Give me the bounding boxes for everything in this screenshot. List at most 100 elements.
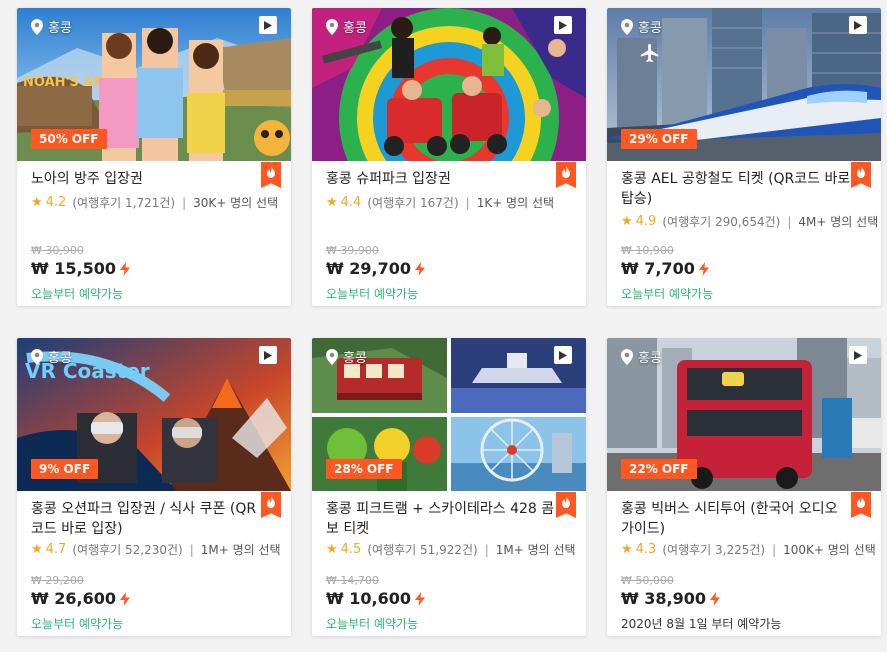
location-label: 홍콩 <box>621 17 662 36</box>
play-icon <box>559 20 567 30</box>
fire-icon <box>857 496 865 508</box>
hot-bookmark <box>851 492 871 518</box>
original-price: ₩ 14,700 <box>326 574 379 587</box>
rating-row: ★ 4.3 (여행후기 3,225건) | 100K+ 명의 선택 <box>621 542 876 557</box>
product-card[interactable]: 홍콩 22% OFF 홍콩 빅버스 시티투어 (한국어 오디오 가이드) ★ 4… <box>607 338 881 636</box>
video-button[interactable] <box>259 346 277 364</box>
selection-count: 1M+ 명의 선택 <box>200 543 281 557</box>
hot-bookmark <box>556 492 576 518</box>
price: ₩ 26,600 <box>31 589 130 608</box>
divider: | <box>465 195 470 210</box>
product-card[interactable]: 홍콩 29% OFF 홍콩 AEL 공항철도 티켓 (QR코드 바로 탑승) ★… <box>607 8 881 306</box>
product-card[interactable]: 홍콩 28% OFF 홍콩 피크트램 + 스카이테라스 428 콤보 티켓 ★ … <box>312 338 586 636</box>
price: ₩ 38,900 <box>621 589 720 608</box>
divider: | <box>787 214 792 229</box>
discount-badge: 50% OFF <box>31 129 107 149</box>
original-price: ₩ 10,900 <box>621 244 674 257</box>
availability-text: 오늘부터 예약가능 <box>326 617 419 631</box>
product-image[interactable]: 홍콩 29% OFF <box>607 8 881 161</box>
play-icon <box>559 350 567 360</box>
product-title[interactable]: 홍콩 오션파크 입장권 / 식사 쿠폰 (QR코드 바로 입장) <box>31 499 261 539</box>
availability-text: 오늘부터 예약가능 <box>31 617 124 631</box>
video-button[interactable] <box>849 346 867 364</box>
availability-text: 2020년 8월 1일 부터 예약가능 <box>621 617 782 631</box>
video-button[interactable] <box>554 346 572 364</box>
discount-badge: 28% OFF <box>326 459 402 479</box>
divider: | <box>484 542 489 557</box>
location-label: 홍콩 <box>31 17 72 36</box>
product-title[interactable]: 노아의 방주 입장권 <box>31 169 261 189</box>
lightning-bolt-icon <box>414 261 425 276</box>
rating-row: ★ 4.5 (여행후기 51,922건) | 1M+ 명의 선택 <box>326 542 576 557</box>
divider: | <box>772 542 777 557</box>
play-icon <box>264 20 272 30</box>
product-image[interactable]: 홍콩 22% OFF <box>607 338 881 491</box>
original-price: ₩ 39,900 <box>326 244 379 257</box>
discount-badge: 29% OFF <box>621 129 697 149</box>
product-title[interactable]: 홍콩 슈퍼파크 입장권 <box>326 169 556 189</box>
price: ₩ 15,500 <box>31 259 130 278</box>
product-image[interactable]: 홍콩 <box>312 8 586 161</box>
star-icon: ★ <box>31 195 43 210</box>
review-count: (여행후기 3,225건) <box>662 543 766 557</box>
selection-count: 100K+ 명의 선택 <box>783 543 876 557</box>
map-pin-icon <box>326 348 338 365</box>
lightning-bolt-icon <box>698 261 709 276</box>
product-image[interactable]: VR Coaster 홍콩 9% OFF <box>17 338 291 491</box>
location-label: 홍콩 <box>326 17 367 36</box>
rating-row: ★ 4.9 (여행후기 290,654건) | 4M+ 명의 선택 <box>621 214 879 229</box>
video-button[interactable] <box>849 16 867 34</box>
fire-icon <box>562 166 570 178</box>
price: ₩ 7,700 <box>621 259 709 278</box>
lightning-bolt-icon <box>119 261 130 276</box>
location-label: 홍콩 <box>326 347 367 366</box>
selection-count: 1K+ 명의 선택 <box>476 196 555 210</box>
video-button[interactable] <box>554 16 572 34</box>
price: ₩ 10,600 <box>326 589 425 608</box>
star-icon: ★ <box>31 542 43 557</box>
location-label: 홍콩 <box>621 347 662 366</box>
map-pin-icon <box>621 348 633 365</box>
review-count: (여행후기 1,721건) <box>72 196 176 210</box>
selection-count: 1M+ 명의 선택 <box>495 543 576 557</box>
product-title[interactable]: 홍콩 피크트램 + 스카이테라스 428 콤보 티켓 <box>326 499 556 539</box>
map-pin-icon <box>31 18 43 35</box>
product-card[interactable]: NOAH'S ARK 홍콩 50% OFF 노아의 방주 입장권 ★ 4.2 (… <box>17 8 291 306</box>
play-icon <box>264 350 272 360</box>
map-pin-icon <box>31 348 43 365</box>
product-title[interactable]: 홍콩 빅버스 시티투어 (한국어 오디오 가이드) <box>621 499 851 539</box>
availability-text: 오늘부터 예약가능 <box>621 287 714 301</box>
selection-count: 30K+ 명의 선택 <box>193 196 279 210</box>
location-label: 홍콩 <box>31 347 72 366</box>
selection-count: 4M+ 명의 선택 <box>798 215 879 229</box>
product-card[interactable]: VR Coaster 홍콩 9% OFF 홍콩 오션파크 입장권 / 식사 쿠폰… <box>17 338 291 636</box>
airplane-icon <box>640 43 659 63</box>
availability-text: 오늘부터 예약가능 <box>326 287 419 301</box>
fire-icon <box>562 496 570 508</box>
rating-row: ★ 4.2 (여행후기 1,721건) | 30K+ 명의 선택 <box>31 195 279 210</box>
video-button[interactable] <box>259 16 277 34</box>
hot-bookmark <box>261 492 281 518</box>
original-price: ₩ 29,200 <box>31 574 84 587</box>
review-count: (여행후기 290,654건) <box>662 215 781 229</box>
rating-row: ★ 4.7 (여행후기 52,230건) | 1M+ 명의 선택 <box>31 542 281 557</box>
star-icon: ★ <box>326 542 338 557</box>
product-image[interactable]: NOAH'S ARK 홍콩 50% OFF <box>17 8 291 161</box>
availability-text: 오늘부터 예약가능 <box>31 287 124 301</box>
review-count: (여행후기 167건) <box>367 196 459 210</box>
product-card[interactable]: 홍콩 홍콩 슈퍼파크 입장권 ★ 4.4 (여행후기 167건) | 1K+ 명… <box>312 8 586 306</box>
divider: | <box>189 542 194 557</box>
review-count: (여행후기 52,230건) <box>72 543 183 557</box>
hot-bookmark <box>261 162 281 188</box>
product-image[interactable]: 홍콩 28% OFF <box>312 338 586 491</box>
product-title[interactable]: 홍콩 AEL 공항철도 티켓 (QR코드 바로 탑승) <box>621 169 851 209</box>
star-icon: ★ <box>326 195 338 210</box>
hot-bookmark <box>556 162 576 188</box>
divider: | <box>182 195 187 210</box>
price: ₩ 29,700 <box>326 259 425 278</box>
play-icon <box>854 350 862 360</box>
lightning-bolt-icon <box>414 591 425 606</box>
review-count: (여행후기 51,922건) <box>367 543 478 557</box>
star-icon: ★ <box>621 542 633 557</box>
map-pin-icon <box>326 18 338 35</box>
